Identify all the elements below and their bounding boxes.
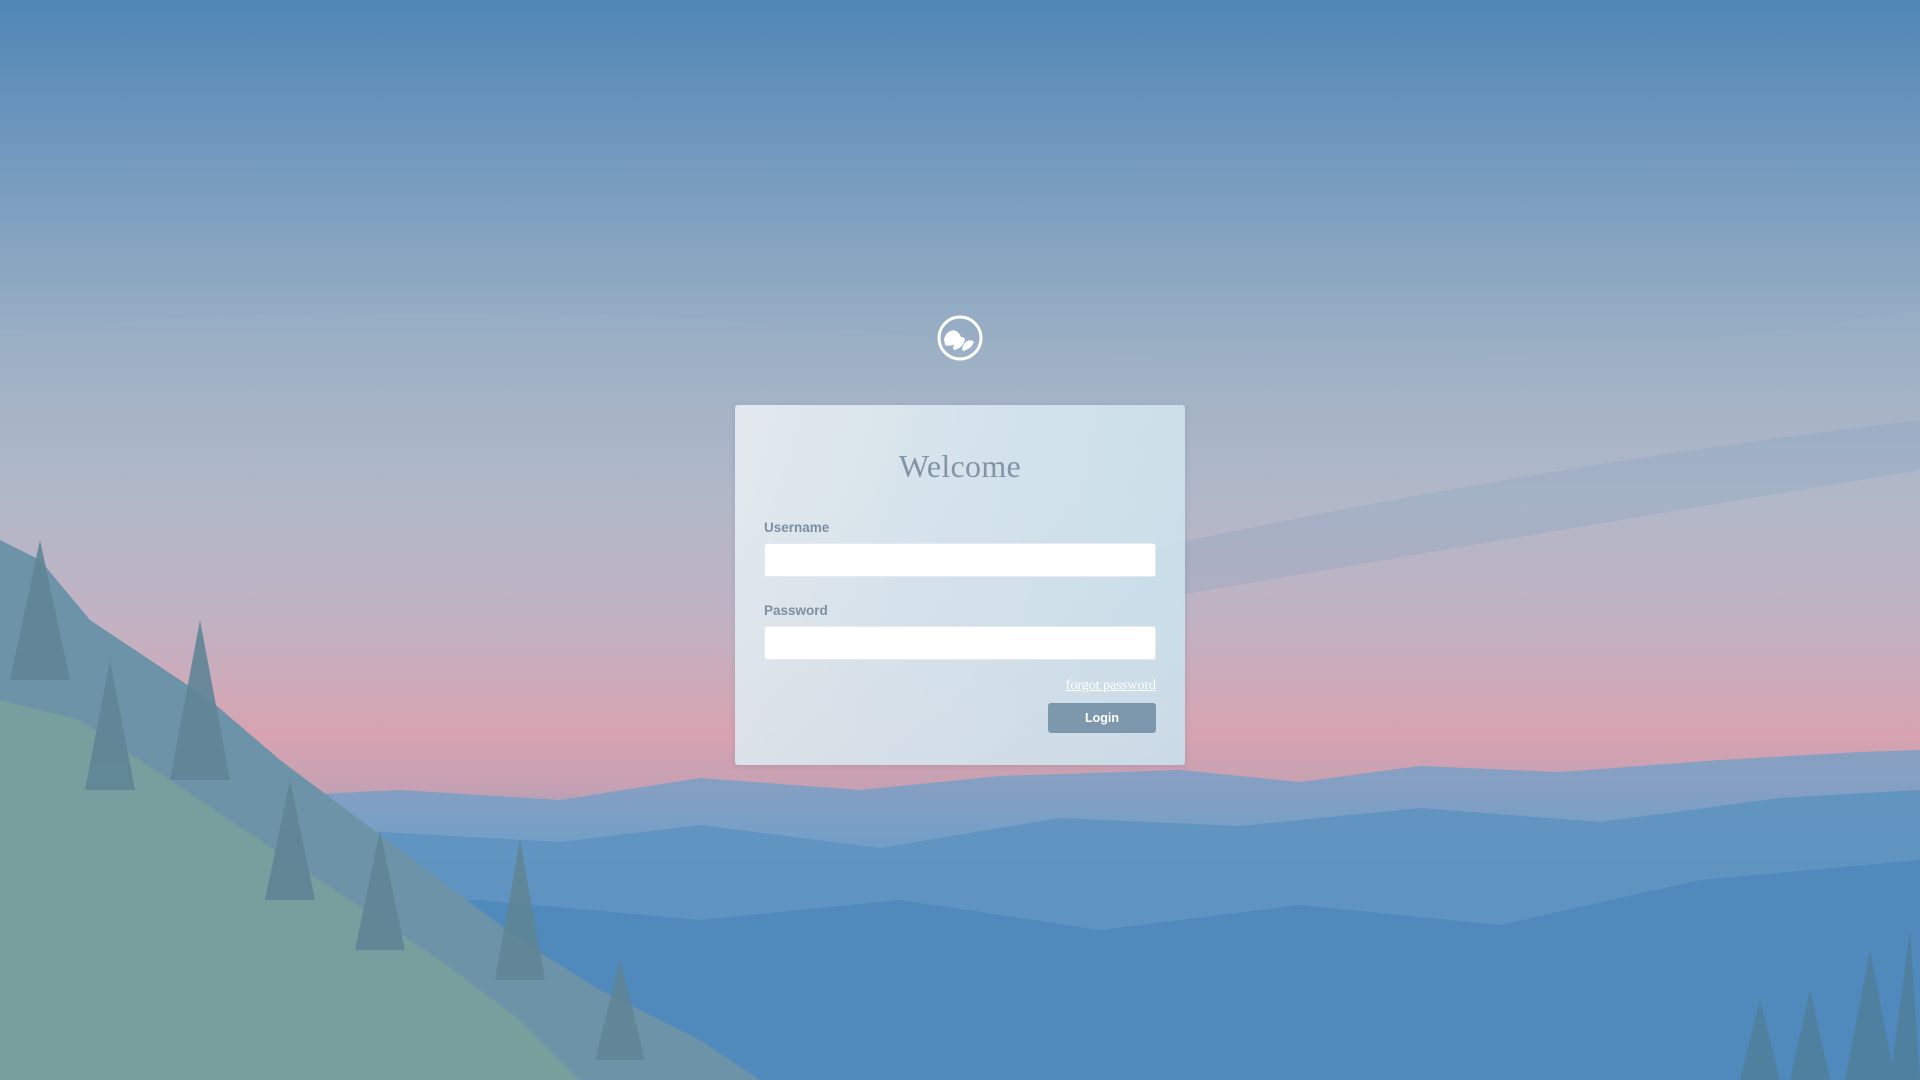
welcome-title: Welcome — [898, 448, 1022, 484]
forgot-password-row: forgot password — [764, 676, 1156, 694]
login-card: Welcome Username Password forgot passwor… — [735, 405, 1185, 765]
password-input[interactable] — [764, 626, 1156, 660]
username-label: Username — [764, 520, 830, 535]
leaf-circle-logo-icon — [937, 315, 983, 361]
login-button-row: Login — [764, 703, 1156, 733]
username-input[interactable] — [764, 543, 1156, 577]
login-page: Welcome Username Password forgot passwor… — [0, 0, 1920, 1080]
login-button[interactable]: Login — [1048, 703, 1156, 733]
password-label: Password — [764, 603, 828, 618]
forgot-password-link[interactable]: forgot password — [1066, 678, 1156, 693]
